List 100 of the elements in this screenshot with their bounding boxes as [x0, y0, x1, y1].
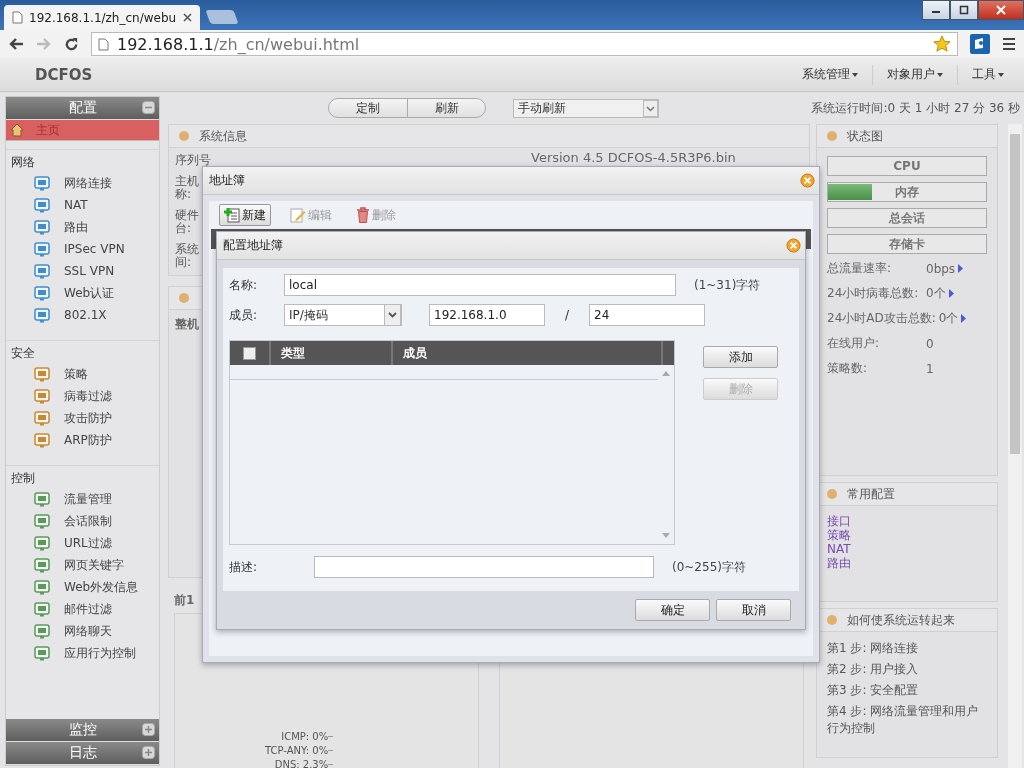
- window-icon: [34, 197, 50, 213]
- cancel-button[interactable]: 取消: [716, 599, 791, 621]
- field-label: 名称:: [229, 276, 259, 294]
- window-icon: [34, 388, 50, 404]
- expand-icon[interactable]: [142, 746, 155, 759]
- sidebar-item[interactable]: IPSec VPN: [6, 238, 159, 260]
- window-icon: [34, 601, 50, 617]
- minimize-button[interactable]: [922, 0, 950, 20]
- dialog-title: 配置地址簿: [223, 237, 283, 254]
- sidebar-item[interactable]: SSL VPN: [6, 260, 159, 282]
- sidebar-panel-header[interactable]: 监控: [6, 719, 159, 742]
- back-icon[interactable]: [8, 37, 24, 51]
- menu-item[interactable]: 系统管理: [802, 66, 858, 83]
- sidebar-item[interactable]: 会话限制: [6, 510, 159, 532]
- dot-icon: [179, 293, 189, 303]
- menu-item[interactable]: 工具: [972, 66, 1004, 83]
- sidebar-item[interactable]: 路由: [6, 216, 159, 238]
- close-icon[interactable]: [183, 13, 192, 22]
- window-icon: [34, 432, 50, 448]
- chart-label: DNS: 2.3%: [274, 759, 329, 768]
- ok-button[interactable]: 确定: [635, 599, 710, 621]
- checkbox[interactable]: [243, 346, 256, 360]
- pencil-icon: [290, 207, 306, 223]
- stat-label: 总流量速率:: [827, 260, 893, 277]
- window-icon: [34, 366, 50, 382]
- name-field[interactable]: local: [284, 274, 676, 296]
- sidebar-item[interactable]: 邮件过滤: [6, 598, 159, 620]
- description-field[interactable]: [314, 556, 654, 578]
- close-icon[interactable]: [800, 173, 815, 188]
- toolbar-button[interactable]: 新建: [219, 204, 271, 226]
- refresh-select[interactable]: 手动刷新: [513, 98, 659, 118]
- config-link[interactable]: NAT: [827, 542, 987, 556]
- sidebar-panel-header[interactable]: 配置: [6, 97, 159, 120]
- toolbar-button[interactable]: 刷新: [407, 99, 485, 117]
- column-header[interactable]: 类型: [271, 341, 393, 365]
- arrow-icon[interactable]: [948, 289, 954, 298]
- dialog-title: 地址簿: [209, 172, 245, 189]
- window-icon: [34, 535, 50, 551]
- panel-title: 系统信息: [199, 127, 247, 145]
- window-icon: [34, 645, 50, 661]
- sidebar-item[interactable]: URL过滤: [6, 532, 159, 554]
- trash-icon: [356, 207, 370, 223]
- new-tab-button[interactable]: [205, 10, 239, 24]
- expand-icon[interactable]: [142, 723, 155, 736]
- menu-icon[interactable]: [1002, 37, 1016, 51]
- step-text: 第1 步: 网络连接: [827, 640, 920, 657]
- config-link[interactable]: 策略: [827, 528, 987, 542]
- sidebar-item[interactable]: 网页关键字: [6, 554, 159, 576]
- config-link[interactable]: 接口: [827, 514, 987, 528]
- sidebar-item[interactable]: 攻击防护: [6, 407, 159, 429]
- window-icon: [34, 557, 50, 573]
- sidebar-item[interactable]: 流量管理: [6, 488, 159, 510]
- reload-icon[interactable]: [64, 36, 79, 52]
- scroll-up-icon[interactable]: [662, 371, 670, 376]
- forward-icon[interactable]: [36, 37, 52, 51]
- panel-title: 如何使系统运转起来: [847, 611, 955, 629]
- column-header[interactable]: 成员: [393, 341, 663, 365]
- group-title: 控制: [10, 470, 36, 487]
- sidebar-item[interactable]: 病毒过滤: [6, 385, 159, 407]
- close-button[interactable]: [978, 0, 1024, 20]
- arrow-icon[interactable]: [958, 264, 964, 273]
- caret-icon: [852, 72, 858, 77]
- panel-subtitle: 整机: [175, 317, 199, 331]
- address-bar[interactable]: 192.168.1.1/zh_cn/webui.html: [91, 32, 958, 56]
- maximize-button[interactable]: [950, 0, 978, 20]
- ip-field[interactable]: 192.168.1.0: [429, 304, 545, 326]
- mask-field[interactable]: 24: [589, 304, 705, 326]
- window-icon: [34, 410, 50, 426]
- arrow-icon[interactable]: [961, 314, 967, 323]
- window-icon: [34, 579, 50, 595]
- sidebar-item[interactable]: ARP防护: [6, 429, 159, 451]
- sidebar-item[interactable]: Web外发信息: [6, 576, 159, 598]
- window-icon: [34, 623, 50, 639]
- star-icon[interactable]: [933, 35, 951, 53]
- info-label: 系统间:: [175, 243, 200, 269]
- sidebar-item[interactable]: 网络连接: [6, 172, 159, 194]
- sidebar-item[interactable]: 网络聊天: [6, 620, 159, 642]
- sidebar-item[interactable]: 策略: [6, 363, 159, 385]
- toolbar-button[interactable]: 定制: [329, 99, 407, 117]
- add-button[interactable]: 添加: [703, 346, 778, 368]
- scroll-thumb[interactable]: [1010, 134, 1020, 454]
- menu-item[interactable]: 对象用户: [887, 66, 943, 83]
- scroll-down-icon[interactable]: [662, 533, 670, 538]
- sidebar-item[interactable]: Web认证: [6, 282, 159, 304]
- config-link[interactable]: 路由: [827, 556, 987, 570]
- stat-value: 0个: [926, 285, 946, 302]
- sidebar-item[interactable]: 应用行为控制: [6, 642, 159, 664]
- sidebar-item[interactable]: NAT: [6, 194, 159, 216]
- browser-tab[interactable]: 192.168.1.1/zh_cn/webu: [4, 5, 200, 30]
- chart-label: ICMP: 0%: [281, 731, 329, 742]
- window-icon: [34, 263, 50, 279]
- sidebar-panel-header[interactable]: 日志: [6, 742, 159, 765]
- sidebar-item[interactable]: 802.1X: [6, 304, 159, 326]
- close-icon[interactable]: [786, 238, 801, 253]
- window-icon: [34, 491, 50, 507]
- window-icon: [34, 513, 50, 529]
- collapse-icon[interactable]: [142, 101, 155, 114]
- scrollbar[interactable]: [1008, 124, 1022, 768]
- member-type-select[interactable]: IP/掩码: [284, 304, 402, 326]
- extension-icon[interactable]: [970, 34, 990, 54]
